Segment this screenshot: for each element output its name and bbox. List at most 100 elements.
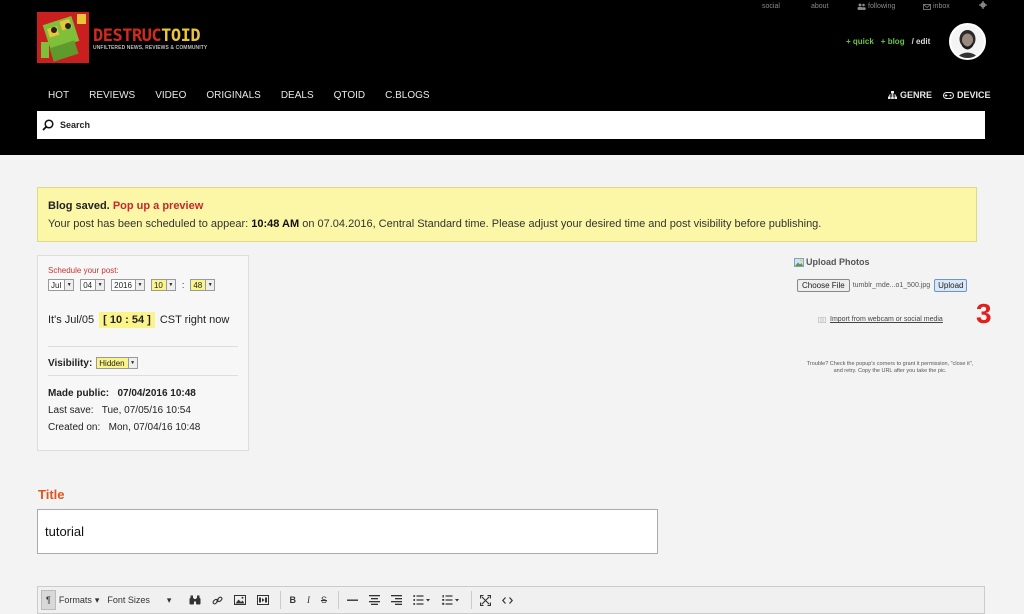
chevron-down-icon: ▼: [64, 280, 74, 290]
site-logo-robot[interactable]: [37, 12, 89, 63]
toolbar-separator: [470, 591, 472, 609]
schedule-selects: Jul ▼ 04 ▼ 2016 ▼ 10 ▼ : 48 ▼: [48, 279, 238, 291]
day-select[interactable]: 04 ▼: [80, 279, 106, 291]
chevron-down-icon: ▼: [205, 280, 215, 290]
nav-item-originals[interactable]: ORIGINALS: [206, 90, 260, 101]
logo-text-part1: DESTRUC: [93, 26, 162, 46]
users-icon: [857, 3, 866, 10]
search-icon: [42, 119, 54, 131]
search-input[interactable]: [60, 120, 560, 130]
alert-saved-text: Blog saved.: [48, 200, 110, 212]
hour-select[interactable]: 10 ▼: [150, 279, 176, 291]
following-label: following: [868, 3, 896, 10]
alert-message-after: on 07.04.2016, Central Standard time. Pl…: [302, 218, 822, 230]
device-menu[interactable]: DEVICE: [943, 90, 991, 100]
schedule-panel: Schedule your post: Jul ▼ 04 ▼ 2016 ▼ 10 ▼ :…: [37, 255, 249, 451]
sitemap-icon: [888, 91, 897, 99]
chevron-down-icon: ▼: [95, 280, 105, 290]
link-icon[interactable]: [208, 590, 227, 610]
preview-link[interactable]: Pop up a preview: [113, 200, 203, 212]
upload-title-text: Upload Photos: [806, 257, 870, 267]
edit-link[interactable]: / edit: [912, 37, 931, 46]
formats-dropdown[interactable]: Formats ▾: [59, 595, 100, 606]
quick-post-link[interactable]: + quick: [846, 37, 874, 46]
nav-item-hot[interactable]: HOT: [48, 90, 69, 101]
italic-icon[interactable]: I: [303, 590, 314, 610]
choose-file-button[interactable]: Choose File: [797, 279, 850, 292]
caret-down-icon: ▾: [94, 594, 100, 605]
nav-item-qtoid[interactable]: QTOID: [334, 90, 365, 101]
toolbar-separator: [280, 591, 282, 609]
chevron-down-icon: ▼: [165, 280, 175, 290]
import-webcam-link[interactable]: Import from webcam or social media: [818, 316, 943, 323]
nav-item-deals[interactable]: DEALS: [281, 90, 314, 101]
title-label: Title: [38, 487, 65, 502]
envelope-icon: [923, 3, 931, 10]
divider: [48, 375, 238, 376]
social-link[interactable]: social: [762, 3, 780, 10]
inbox-link[interactable]: inbox: [923, 3, 950, 10]
horizontal-rule-icon[interactable]: [343, 590, 362, 610]
current-time-row: It's Jul/05 [ 10 : 54 ] CST right now: [48, 312, 238, 328]
site-logo-text[interactable]: DESTRUCTOID: [93, 26, 201, 46]
upload-photos-heading: Upload Photos: [794, 257, 870, 267]
settings-link[interactable]: [979, 1, 987, 9]
import-link-text: Import from webcam or social media: [830, 316, 943, 323]
editor-toolbar: ¶ Formats ▾ Font Sizes ▾ B I S: [37, 586, 985, 614]
binoculars-icon[interactable]: [185, 590, 205, 610]
align-right-icon[interactable]: [387, 590, 406, 610]
toolbar-separator: [337, 591, 339, 609]
image-icon[interactable]: [230, 590, 250, 610]
nav-item-cblogs[interactable]: C.BLOGS: [385, 90, 429, 101]
about-link[interactable]: about: [811, 3, 829, 10]
avatar[interactable]: [949, 23, 986, 60]
minute-value: 48: [193, 280, 203, 290]
last-save-label: Last save:: [48, 405, 94, 416]
strikethrough-icon[interactable]: S: [317, 590, 331, 610]
gear-icon: [979, 1, 987, 9]
year-select[interactable]: 2016 ▼: [111, 279, 145, 291]
logo-text-part2: TOID: [161, 26, 201, 46]
formats-label: Formats: [58, 595, 92, 605]
user-actions: + quick + blog / edit: [846, 37, 930, 46]
search-bar: [37, 111, 985, 139]
bold-icon[interactable]: B: [285, 590, 300, 610]
nav-item-video[interactable]: VIDEO: [155, 90, 186, 101]
paragraph-icon[interactable]: ¶: [41, 590, 56, 610]
trouble-help-text: Trouble? Check the popup's corners to gr…: [806, 361, 974, 374]
now-suffix: CST right now: [159, 314, 230, 326]
source-code-icon[interactable]: [498, 590, 517, 610]
align-center-icon[interactable]: [365, 590, 384, 610]
chevron-down-icon: ▼: [127, 358, 137, 368]
fullscreen-icon[interactable]: [476, 590, 495, 610]
selected-file-name: tumblr_mde...o1_500.jpg: [852, 282, 931, 289]
font-sizes-dropdown[interactable]: Font Sizes ▾: [107, 595, 171, 606]
bullet-list-dropdown[interactable]: [409, 590, 435, 610]
device-label: DEVICE: [957, 90, 991, 100]
title-input[interactable]: [37, 509, 658, 554]
following-link[interactable]: following: [857, 3, 895, 10]
month-select[interactable]: Jul ▼: [48, 279, 75, 291]
last-save-value: Tue, 07/05/16 10:54: [101, 405, 191, 416]
genre-menu[interactable]: GENRE: [888, 90, 932, 100]
minute-select[interactable]: 48 ▼: [190, 279, 216, 291]
now-time: [ 10 : 54 ]: [99, 312, 155, 328]
media-icon[interactable]: [253, 590, 273, 610]
main-nav: HOT REVIEWS VIDEO ORIGINALS DEALS QTOID …: [48, 90, 450, 101]
image-icon: [794, 257, 804, 267]
made-public-label: Made public:: [48, 388, 110, 399]
numbered-list-dropdown[interactable]: [438, 590, 464, 610]
logo-tagline: UNFILTERED NEWS, REVIEWS & COMMUNITY: [93, 45, 208, 51]
hour-value: 10: [153, 280, 163, 290]
last-save-row: Last save: Tue, 07/05/16 10:54: [48, 402, 238, 419]
upload-button[interactable]: Upload: [934, 279, 968, 292]
font-sizes-label: Font Sizes: [107, 595, 150, 605]
made-public-row: Made public: 07/04/2016 10:48: [48, 385, 238, 402]
new-blog-link[interactable]: + blog: [881, 37, 905, 46]
visibility-select[interactable]: Hidden ▼: [96, 357, 138, 369]
blog-saved-alert: Blog saved. Pop up a preview Your post h…: [37, 187, 977, 242]
nav-item-reviews[interactable]: REVIEWS: [89, 90, 135, 101]
inbox-label: inbox: [933, 3, 950, 10]
visibility-label: Visibility:: [48, 357, 93, 369]
visibility-row: Visibility: Hidden ▼: [48, 357, 238, 369]
